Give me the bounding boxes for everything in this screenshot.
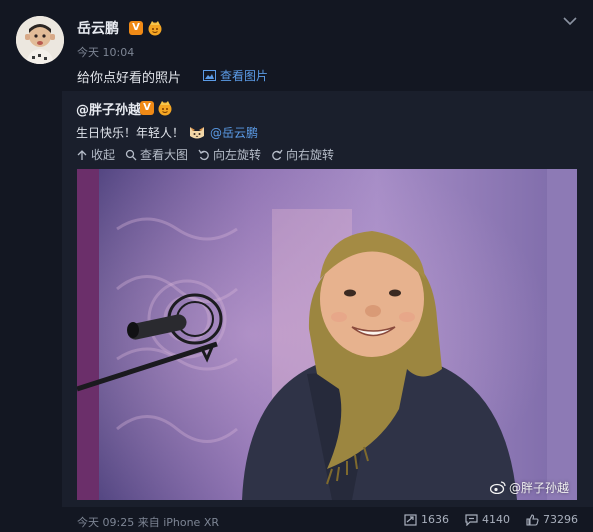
author-name[interactable]: 岳云鹏 xyxy=(77,18,119,38)
forward-author[interactable]: @胖子孙越 xyxy=(76,99,141,118)
watermark-text: @胖子孙越 xyxy=(508,481,569,495)
image-icon xyxy=(203,70,216,81)
avatar[interactable] xyxy=(16,16,64,64)
verified-icon: V xyxy=(129,21,143,35)
verified-icon: V xyxy=(140,101,154,115)
footer-time-source[interactable]: 今天 09:25 来自 iPhone XR xyxy=(77,514,219,530)
like-icon xyxy=(526,513,539,526)
repost-count: 1636 xyxy=(421,513,449,526)
comment-icon xyxy=(465,513,478,526)
chevron-down-icon[interactable] xyxy=(562,14,578,28)
repost-button[interactable]: 1636 xyxy=(404,513,449,526)
search-icon xyxy=(125,149,137,160)
cat-emoji-icon xyxy=(190,127,205,139)
comment-count: 4140 xyxy=(482,513,510,526)
rotate-left-button[interactable]: 向左旋转 xyxy=(198,146,261,163)
mention-link[interactable]: @岳云鹏 xyxy=(210,124,258,141)
like-count: 73296 xyxy=(543,513,578,526)
post-photo[interactable]: @胖子孙越 xyxy=(77,169,577,500)
collapse-label: 收起 xyxy=(91,148,116,162)
rotate-right-label: 向右旋转 xyxy=(286,148,335,162)
rotate-left-label: 向左旋转 xyxy=(213,148,262,162)
view-pictures-link[interactable]: 查看图片 xyxy=(203,67,268,84)
fan-badge-icon xyxy=(158,101,172,116)
weibo-logo-icon xyxy=(489,481,506,494)
like-button[interactable]: 73296 xyxy=(526,513,578,526)
forward-text-row: 生日快乐！年轻人！ @岳云鹏 xyxy=(76,123,258,141)
view-large-label: 查看大图 xyxy=(140,148,189,162)
photo-illustration xyxy=(77,169,577,500)
fan-badge-icon xyxy=(148,21,162,36)
photo-watermark: @胖子孙越 xyxy=(489,479,569,496)
view-pictures-label: 查看图片 xyxy=(220,69,269,83)
rotate-right-button[interactable]: 向右旋转 xyxy=(271,146,334,163)
weibo-post: 岳云鹏 V 今天 10:04 给你点好看的照片 查看图片 @胖子孙越 V 生日快… xyxy=(0,0,593,532)
rotate-left-icon xyxy=(198,149,209,160)
forward-text: 生日快乐！年轻人！ xyxy=(76,125,185,140)
forwarded-post: @胖子孙越 V 生日快乐！年轻人！ @岳云鹏 收起 查看大图 向左旋转 向右旋转… xyxy=(62,91,593,507)
post-stats: 1636 4140 73296 xyxy=(404,513,578,526)
post-time[interactable]: 今天 10:04 xyxy=(77,44,134,60)
rotate-right-icon xyxy=(272,149,283,160)
comment-button[interactable]: 4140 xyxy=(465,513,510,526)
collapse-button[interactable]: 收起 xyxy=(76,146,115,163)
collapse-icon xyxy=(77,149,87,160)
post-footer: 今天 09:25 来自 iPhone XR 1636 4140 73296 xyxy=(0,507,593,532)
view-large-button[interactable]: 查看大图 xyxy=(125,146,188,163)
post-text: 给你点好看的照片 xyxy=(77,71,182,86)
repost-icon xyxy=(404,513,417,526)
image-toolbar: 收起 查看大图 向左旋转 向右旋转 xyxy=(76,146,334,163)
